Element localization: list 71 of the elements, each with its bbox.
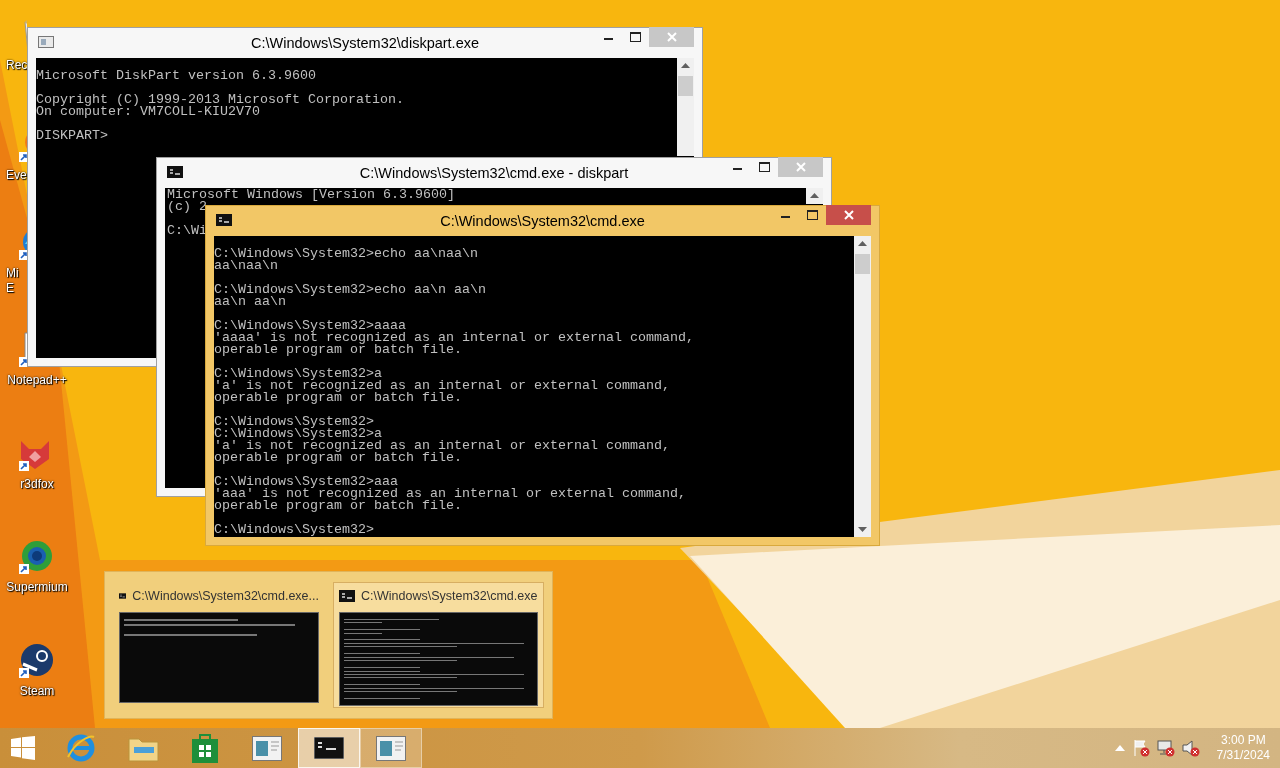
console-line: DISKPART> (36, 130, 108, 142)
console-icon (339, 590, 355, 603)
console-line: aa\naa\n (214, 260, 278, 272)
console-line: 'aaa' is not recognized as an internal or external command, (214, 488, 686, 500)
console-line: (c) 2 (167, 201, 207, 213)
console-line: 'a' is not recognized as an internal or external command, (214, 440, 670, 452)
taskbar-button[interactable] (298, 728, 360, 768)
console-line: C:\Windows\System32> (214, 416, 374, 428)
console-line: operable program or batch file. (214, 344, 462, 356)
window-thumbnail[interactable]: C:\Windows\System32\cmd.exe (333, 582, 544, 708)
close-button[interactable] (826, 205, 871, 225)
console-line: C:\Windows\System32>echo aa\naa\n (214, 248, 478, 260)
console-line: C:\Windows\System32>a (214, 428, 382, 440)
console-line: operable program or batch file. (214, 500, 462, 512)
console-icon[interactable] (167, 166, 183, 178)
thumbnail-title: C:\Windows\System32\cmd.exe (361, 588, 538, 605)
icon-label[interactable]: Rec (6, 58, 28, 73)
thumbnail-title: C:\Windows\System32\cmd.exe... (132, 588, 319, 605)
console-line: C:\Windows\System32>echo aa\n aa\n (214, 284, 486, 296)
icon-label[interactable]: Steam (19, 684, 55, 699)
up-arrow-icon[interactable] (810, 193, 819, 198)
close-icon (843, 210, 854, 220)
store-icon (190, 733, 220, 763)
maximize-icon (630, 32, 641, 42)
scrollbar-thumb[interactable] (855, 254, 870, 274)
clock-date: 7/31/2024 (1216, 748, 1270, 763)
clock-time: 3:00 PM (1219, 733, 1267, 748)
maximize-icon (807, 210, 818, 220)
console-line: C:\Windows\System32>aaa (214, 476, 398, 488)
console-line: Microsoft DiskPart version 6.3.9600 (36, 70, 316, 82)
scrollbar[interactable] (677, 58, 694, 156)
up-arrow-icon[interactable] (681, 63, 690, 68)
window-icon[interactable] (38, 36, 54, 48)
down-arrow-icon[interactable] (858, 527, 867, 532)
icon-label[interactable]: Supermium (6, 580, 68, 595)
icon-label[interactable]: r3dfox (20, 477, 54, 492)
console-line: 'aaaa' is not recognized as an internal or external command, (214, 332, 694, 344)
console-line: Copyright (C) 1999-2013 Microsoft Corporation. (36, 94, 404, 106)
console-line: C:\Windows\System32>aaaa (214, 320, 406, 332)
start-icon (10, 736, 35, 760)
icon-label[interactable]: Mi E (6, 266, 19, 296)
console-line: C:\Windows\System32> (214, 524, 374, 536)
network-icon[interactable] (1156, 739, 1175, 757)
window-title: C:\Windows\System32\diskpart.exe (250, 35, 480, 51)
window-title: C:\Windows\System32\cmd.exe - diskpart (359, 165, 629, 181)
window-icon (252, 735, 282, 761)
scrollbar[interactable] (806, 188, 823, 204)
icon-label[interactable]: Notepad++ (7, 373, 67, 388)
console-line: C:\Wi (167, 225, 207, 237)
console-icon (314, 737, 344, 759)
console-line: operable program or batch file. (214, 452, 462, 464)
window-title: C:\Windows\System32\cmd.exe (440, 213, 645, 229)
console-line: operable program or batch file. (214, 392, 462, 404)
scrollbar-thumb[interactable] (678, 76, 693, 96)
scrollbar[interactable] (854, 236, 871, 537)
console-line: 'a' is not recognized as an internal or external command, (214, 380, 670, 392)
up-arrow-icon[interactable] (858, 241, 867, 246)
console-line: aa\n aa\n (214, 296, 286, 308)
window-thumbnail[interactable]: C:\Windows\System32\cmd.exe... (113, 582, 325, 708)
maximize-icon (759, 162, 770, 172)
flag-icon[interactable] (1131, 739, 1150, 757)
close-icon (795, 162, 806, 172)
console-line: Microsoft Windows [Version 6.3.9600] (167, 189, 455, 201)
console-line: C:\Windows\System32>a (214, 368, 382, 380)
clock[interactable]: 3:00 PM 7/31/2024 (1216, 733, 1270, 763)
icon-label[interactable]: Eve (6, 168, 27, 183)
close-icon (666, 32, 677, 42)
console-icon[interactable] (216, 214, 232, 226)
window-icon (376, 735, 406, 761)
console-line: On computer: VM7COLL-KIU2V70 (36, 106, 260, 118)
speaker-icon[interactable] (1181, 739, 1200, 757)
